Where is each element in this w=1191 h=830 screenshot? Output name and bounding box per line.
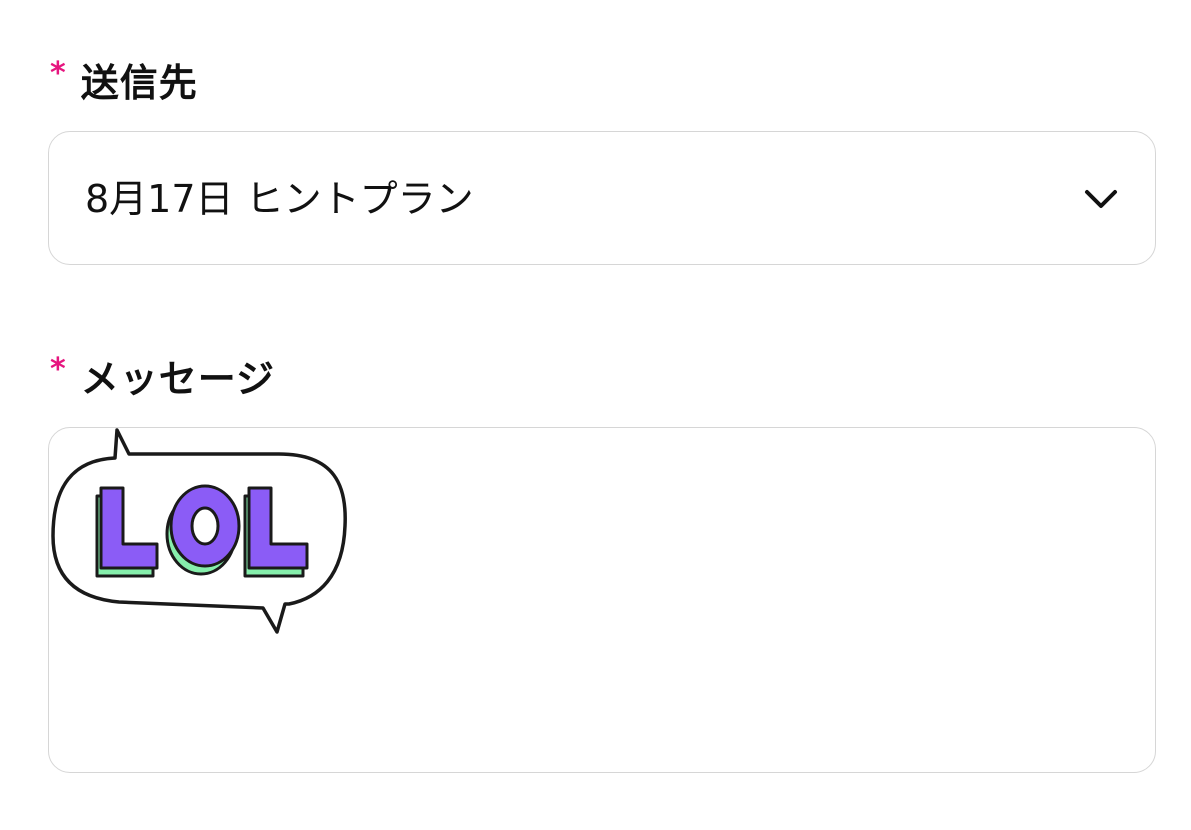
recipient-select[interactable]: 8月17日 ヒントプラン bbox=[48, 131, 1156, 265]
message-textarea[interactable] bbox=[48, 427, 1156, 773]
recipient-label-row: * 送信先 bbox=[50, 52, 198, 107]
message-label-row: * メッセージ bbox=[50, 348, 275, 403]
chevron-down-icon[interactable] bbox=[1083, 184, 1119, 214]
required-asterisk: * bbox=[50, 56, 67, 91]
recipient-label: 送信先 bbox=[80, 61, 198, 105]
lol-sticker[interactable] bbox=[49, 426, 349, 638]
required-asterisk: * bbox=[50, 352, 67, 387]
recipient-selected-value: 8月17日 ヒントプラン bbox=[85, 177, 474, 221]
message-label: メッセージ bbox=[80, 357, 275, 401]
